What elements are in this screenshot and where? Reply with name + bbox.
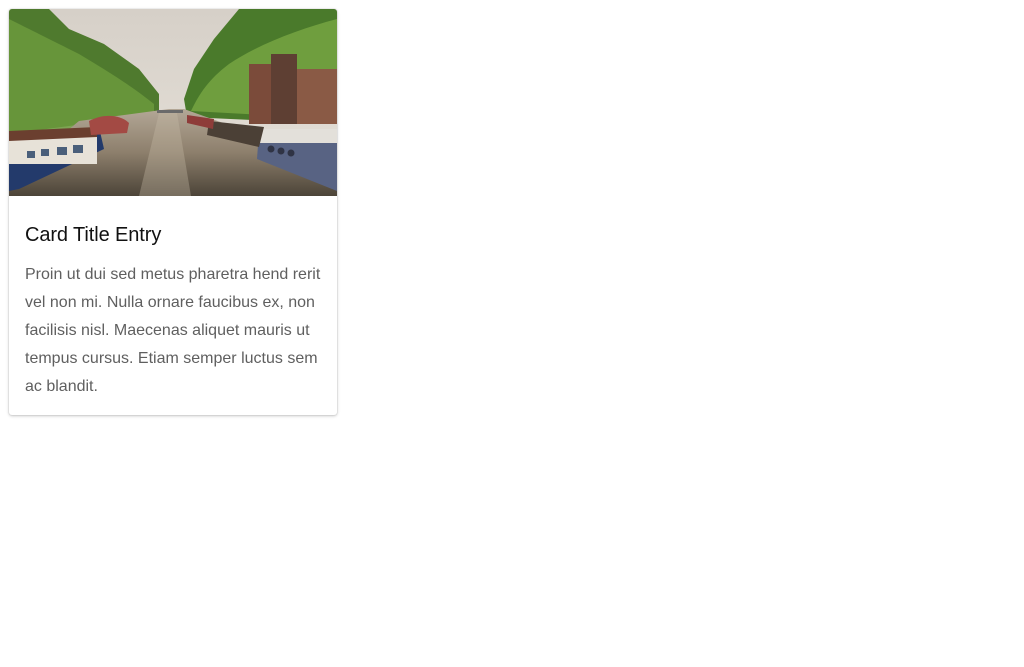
canal-photo-icon xyxy=(9,9,337,196)
content-card: Card Title Entry Proin ut dui sed metus … xyxy=(9,9,337,415)
card-text: Proin ut dui sed metus pharetra hend rer… xyxy=(25,266,321,395)
card-image xyxy=(9,9,337,196)
card-body: Card Title Entry Proin ut dui sed metus … xyxy=(9,196,337,415)
card-title: Card Title Entry xyxy=(25,224,162,246)
